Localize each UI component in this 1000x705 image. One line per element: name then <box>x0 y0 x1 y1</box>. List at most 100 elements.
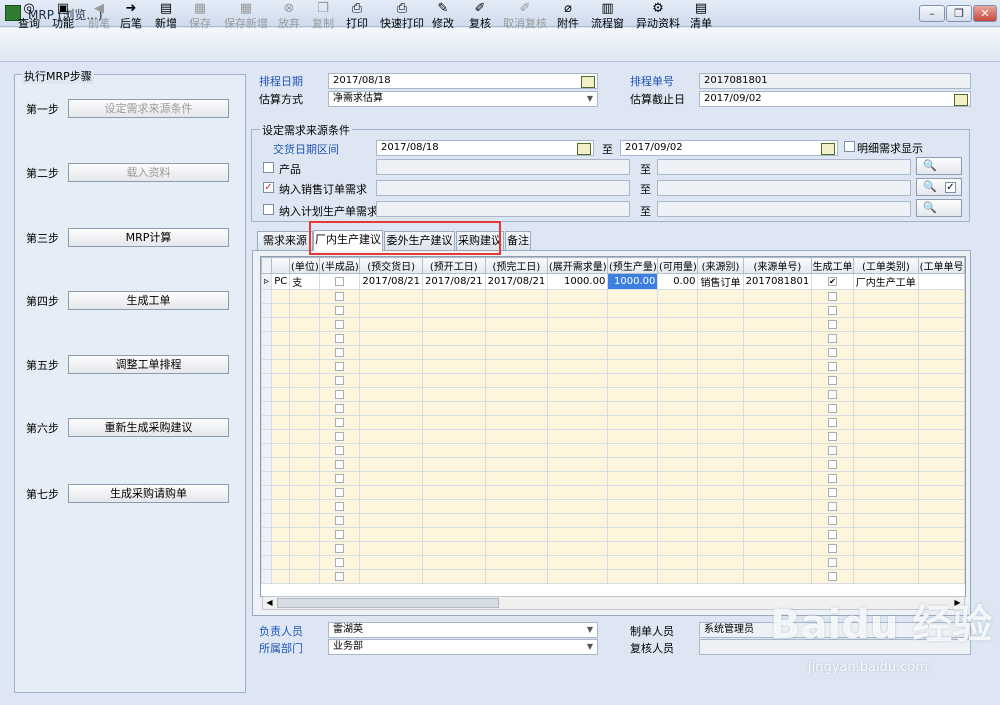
product-from-field[interactable] <box>376 159 630 175</box>
grid-cell[interactable] <box>852 485 920 500</box>
row-checkbox[interactable] <box>828 515 837 525</box>
grid-cell[interactable] <box>697 303 744 318</box>
grid-cell[interactable] <box>697 457 744 472</box>
table-row[interactable] <box>261 513 965 528</box>
grid-cell[interactable] <box>319 359 361 374</box>
grid-cell[interactable] <box>359 443 423 458</box>
grid-cell[interactable] <box>607 303 659 318</box>
grid-cell[interactable] <box>319 471 361 486</box>
grid-cell[interactable] <box>918 331 965 346</box>
table-row[interactable] <box>261 359 965 374</box>
grid-cell[interactable] <box>657 429 699 444</box>
grid-cell[interactable] <box>811 569 854 584</box>
tab-notes[interactable]: 备注 <box>505 231 531 251</box>
grid-cell[interactable] <box>359 513 423 528</box>
grid-cell[interactable] <box>421 541 486 556</box>
grid-cell[interactable] <box>421 387 486 402</box>
grid-cell[interactable] <box>484 513 549 528</box>
grid-cell[interactable] <box>697 359 744 374</box>
grid-cell[interactable] <box>484 289 549 304</box>
grid-cell[interactable] <box>852 387 920 402</box>
grid-cell[interactable] <box>607 555 659 570</box>
toolbar-button-print[interactable]: ⎙ 打印 <box>346 1 368 33</box>
grid-cell[interactable] <box>607 569 659 584</box>
product-to-field[interactable] <box>657 159 911 175</box>
cutoff-date-field[interactable]: 2017/09/02 <box>699 91 971 107</box>
table-row[interactable] <box>261 569 965 584</box>
row-checkbox[interactable] <box>335 431 345 441</box>
grid-cell[interactable] <box>811 373 854 388</box>
grid-cell[interactable] <box>657 345 699 360</box>
grid-cell[interactable] <box>271 569 291 584</box>
col-header-demand[interactable]: (展开需求量) <box>547 257 609 274</box>
grid-cell[interactable] <box>742 289 813 304</box>
grid-cell[interactable] <box>657 373 699 388</box>
grid-cell[interactable] <box>289 485 321 500</box>
grid-cell[interactable] <box>918 359 965 374</box>
grid-cell[interactable] <box>289 401 321 416</box>
grid-cell[interactable] <box>271 317 291 332</box>
product-search-button[interactable]: 🔍 <box>916 157 962 175</box>
row-checkbox[interactable] <box>335 403 345 413</box>
minimize-button[interactable]: – <box>919 5 945 22</box>
grid-cell[interactable] <box>607 527 659 542</box>
grid-cell[interactable] <box>811 359 854 374</box>
grid-cell[interactable] <box>697 429 744 444</box>
grid-cell[interactable] <box>547 345 609 360</box>
table-row[interactable] <box>261 331 965 346</box>
grid-cell[interactable] <box>852 555 920 570</box>
row-checkbox[interactable] <box>335 501 345 511</box>
grid-cell[interactable] <box>918 429 965 444</box>
row-checkbox[interactable] <box>828 333 837 343</box>
grid-cell[interactable] <box>289 527 321 542</box>
sales-to-field[interactable] <box>657 180 911 196</box>
grid-cell[interactable] <box>547 457 609 472</box>
grid-cell[interactable] <box>547 331 609 346</box>
grid-cell[interactable] <box>359 289 423 304</box>
grid-cell[interactable] <box>742 345 813 360</box>
grid-cell[interactable] <box>742 443 813 458</box>
row-checkbox[interactable] <box>335 347 345 357</box>
toolbar-button-flow[interactable]: ▥ 流程窗 <box>591 1 624 33</box>
grid-cell[interactable] <box>657 359 699 374</box>
plan-to-field[interactable] <box>657 201 911 217</box>
grid-cell[interactable] <box>742 471 813 486</box>
row-checkbox[interactable] <box>828 375 837 385</box>
row-checkbox[interactable] <box>828 361 837 371</box>
grid-cell[interactable] <box>657 443 699 458</box>
restore-button[interactable]: ❐ <box>946 5 972 22</box>
grid-cell[interactable] <box>359 387 423 402</box>
grid-cell[interactable] <box>697 331 744 346</box>
grid-cell[interactable] <box>657 457 699 472</box>
grid-cell[interactable] <box>359 429 423 444</box>
grid-cell[interactable] <box>742 401 813 416</box>
grid-cell[interactable] <box>547 555 609 570</box>
grid-cell[interactable] <box>484 303 549 318</box>
grid-cell[interactable] <box>484 317 549 332</box>
grid-cell[interactable] <box>271 429 291 444</box>
grid-cell[interactable] <box>657 331 699 346</box>
cell-unit[interactable]: 支 <box>289 273 321 290</box>
grid-cell[interactable] <box>918 485 965 500</box>
toolbar-button-next[interactable]: ➜ 后笔 <box>120 1 142 33</box>
grid-cell[interactable] <box>319 373 361 388</box>
grid-cell[interactable] <box>742 415 813 430</box>
plan-search-button[interactable]: 🔍 <box>916 199 962 217</box>
grid-cell[interactable] <box>359 345 423 360</box>
grid-cell[interactable] <box>811 443 854 458</box>
grid-cell[interactable] <box>811 555 854 570</box>
grid-cell[interactable] <box>657 513 699 528</box>
row-checkbox[interactable] <box>828 291 837 301</box>
row-checkbox[interactable] <box>828 459 837 469</box>
col-header-wo-no[interactable]: (工单单号 <box>918 257 965 274</box>
gen-wo-checkbox[interactable]: ✔ <box>828 276 837 286</box>
grid-cell[interactable] <box>607 415 659 430</box>
grid-cell[interactable] <box>607 485 659 500</box>
grid-cell[interactable] <box>742 541 813 556</box>
grid-cell[interactable] <box>607 443 659 458</box>
toolbar-button-save[interactable]: ▦ 保存 <box>189 1 211 33</box>
grid-cell[interactable] <box>484 541 549 556</box>
grid-cell[interactable] <box>852 289 920 304</box>
grid-cell[interactable] <box>359 373 423 388</box>
grid-cell[interactable] <box>359 331 423 346</box>
